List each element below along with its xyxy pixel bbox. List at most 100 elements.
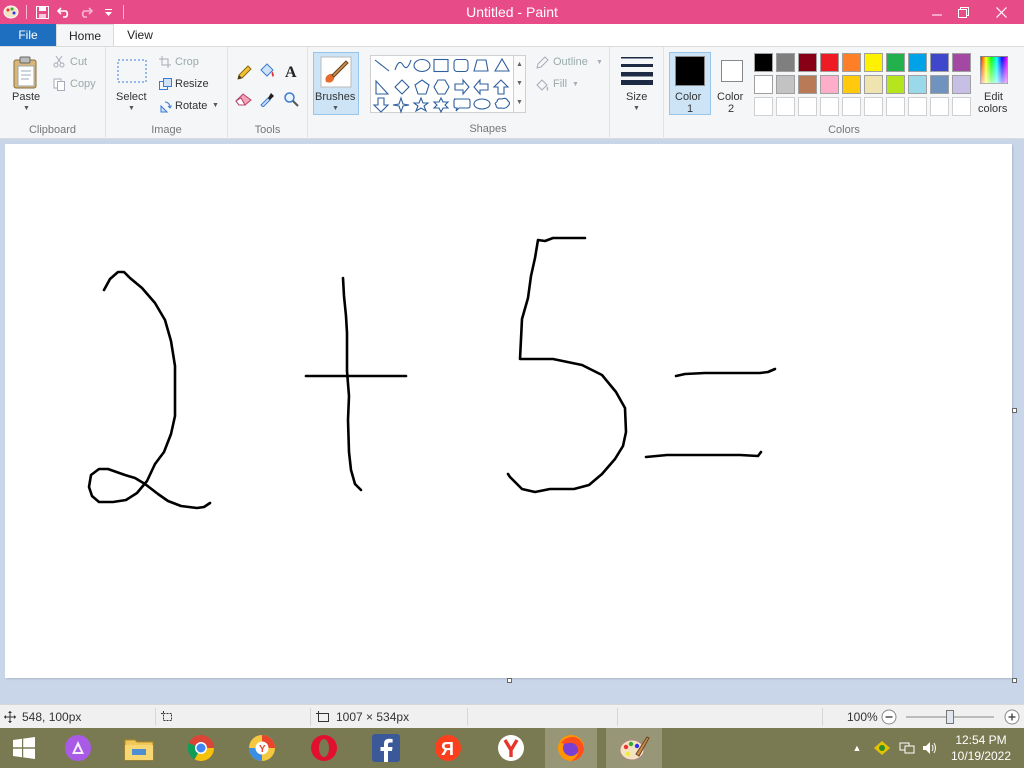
- canvas-workspace[interactable]: [0, 139, 1024, 704]
- paste-button[interactable]: [10, 53, 42, 93]
- shape-triangle-icon[interactable]: [493, 56, 513, 74]
- shape-pentagon-icon[interactable]: [413, 77, 433, 95]
- paint-taskbar-icon[interactable]: [606, 728, 662, 768]
- select-label[interactable]: Select: [116, 91, 147, 103]
- palette-swatch[interactable]: [798, 53, 817, 72]
- canvas-resize-handle-corner[interactable]: [1012, 678, 1017, 683]
- palette-swatch[interactable]: [842, 53, 861, 72]
- show-hidden-icons[interactable]: ▲: [849, 728, 865, 768]
- palette-custom-swatch[interactable]: [798, 97, 817, 116]
- rotate-dropdown-icon[interactable]: ▼: [212, 102, 219, 109]
- palette-custom-swatch[interactable]: [820, 97, 839, 116]
- shape-hexagon-icon[interactable]: [433, 77, 453, 95]
- drawing-canvas[interactable]: [5, 144, 1012, 678]
- palette-custom-swatch[interactable]: [908, 97, 927, 116]
- paste-dropdown-icon[interactable]: ▼: [23, 105, 30, 112]
- rotate-button[interactable]: Rotate: [175, 100, 207, 112]
- shape-rounded-rectangle-icon[interactable]: [453, 56, 473, 74]
- facebook-icon[interactable]: [360, 728, 412, 768]
- palette-custom-swatch[interactable]: [930, 97, 949, 116]
- palette-swatch[interactable]: [776, 75, 795, 94]
- shapes-scroll-up-icon[interactable]: ▲: [514, 56, 525, 74]
- crop-button[interactable]: Crop: [175, 56, 199, 68]
- zoom-in-button[interactable]: [1004, 705, 1020, 729]
- palette-swatch[interactable]: [864, 75, 883, 94]
- system-clock[interactable]: 12:54 PM 10/19/2022: [946, 732, 1016, 764]
- restore-button[interactable]: [946, 0, 980, 24]
- firefox-icon[interactable]: [545, 728, 597, 768]
- brushes-dropdown-icon[interactable]: ▼: [332, 105, 339, 112]
- shape-rounded-callout-icon[interactable]: [453, 96, 473, 114]
- yandex-y-icon[interactable]: [485, 728, 537, 768]
- shape-right-arrow-icon[interactable]: [453, 77, 473, 95]
- color2-swatch[interactable]: [721, 60, 743, 82]
- select-icon[interactable]: [116, 57, 148, 85]
- shape-oval-callout-icon[interactable]: [473, 96, 493, 114]
- shapes-scroll-down-icon[interactable]: ▼: [514, 74, 525, 94]
- tab-view[interactable]: View: [114, 24, 166, 46]
- color-picker-icon[interactable]: [257, 89, 277, 109]
- palette-swatch[interactable]: [952, 75, 971, 94]
- shape-diamond-icon[interactable]: [393, 77, 413, 95]
- zoom-slider-thumb[interactable]: [946, 710, 954, 724]
- cut-button[interactable]: Cut: [70, 56, 87, 68]
- shape-right-triangle-icon[interactable]: [373, 77, 393, 95]
- palette-swatch[interactable]: [798, 75, 817, 94]
- palette-swatch[interactable]: [908, 75, 927, 94]
- palette-swatch[interactable]: [930, 53, 949, 72]
- alice-assistant-icon[interactable]: [52, 728, 104, 768]
- palette-swatch[interactable]: [776, 53, 795, 72]
- network-icon[interactable]: [897, 728, 917, 768]
- yandex-icon[interactable]: Я: [422, 728, 474, 768]
- shapes-expand-icon[interactable]: ▼: [514, 94, 525, 112]
- shape-six-point-star-icon[interactable]: [433, 96, 453, 114]
- shape-curve-icon[interactable]: [393, 56, 413, 74]
- shape-polygon-icon[interactable]: [473, 56, 493, 74]
- chrome-icon[interactable]: [175, 728, 227, 768]
- palette-swatch[interactable]: [754, 75, 773, 94]
- shape-rectangle-icon[interactable]: [433, 56, 453, 74]
- shape-left-arrow-icon[interactable]: [473, 77, 493, 95]
- security-tray-icon[interactable]: [871, 728, 893, 768]
- shape-five-point-star-icon[interactable]: [413, 96, 433, 114]
- zoom-out-button[interactable]: [881, 705, 897, 729]
- yandex-browser-icon[interactable]: Y: [236, 728, 288, 768]
- palette-swatch[interactable]: [886, 75, 905, 94]
- resize-button[interactable]: Resize: [175, 78, 209, 90]
- canvas-resize-handle-bottom[interactable]: [507, 678, 512, 683]
- palette-swatch[interactable]: [930, 75, 949, 94]
- palette-custom-swatch[interactable]: [754, 97, 773, 116]
- outline-dropdown-icon[interactable]: ▼: [596, 59, 603, 66]
- palette-custom-swatch[interactable]: [842, 97, 861, 116]
- palette-swatch[interactable]: [952, 53, 971, 72]
- shape-four-point-star-icon[interactable]: [393, 96, 413, 114]
- pencil-icon[interactable]: [234, 63, 254, 83]
- text-icon[interactable]: A: [281, 61, 301, 81]
- shape-line-icon[interactable]: [373, 56, 393, 74]
- palette-swatch[interactable]: [864, 53, 883, 72]
- palette-swatch[interactable]: [820, 53, 839, 72]
- palette-custom-swatch[interactable]: [952, 97, 971, 116]
- fill-dropdown-icon[interactable]: ▼: [572, 81, 579, 88]
- shape-oval-icon[interactable]: [413, 56, 433, 74]
- size-dropdown-icon[interactable]: ▼: [633, 105, 640, 112]
- zoom-slider[interactable]: [906, 705, 996, 729]
- shape-down-arrow-icon[interactable]: [373, 96, 393, 114]
- fill-button[interactable]: Fill: [553, 78, 567, 90]
- palette-swatch[interactable]: [908, 53, 927, 72]
- fill-bucket-icon[interactable]: [257, 61, 277, 81]
- copy-button[interactable]: Copy: [70, 78, 96, 90]
- shapes-gallery-scroll[interactable]: ▲ ▼ ▼: [514, 55, 526, 113]
- windows-start-icon[interactable]: [0, 728, 48, 768]
- shape-cloud-callout-icon[interactable]: [493, 96, 513, 114]
- size-icon[interactable]: [620, 53, 654, 87]
- shape-up-arrow-icon[interactable]: [493, 77, 513, 95]
- palette-swatch[interactable]: [886, 53, 905, 72]
- volume-icon[interactable]: [920, 728, 940, 768]
- select-dropdown-icon[interactable]: ▼: [128, 105, 135, 112]
- palette-custom-swatch[interactable]: [864, 97, 883, 116]
- tab-file[interactable]: File: [0, 24, 56, 46]
- edit-colors-icon[interactable]: [980, 56, 1008, 84]
- outline-button[interactable]: Outline: [553, 56, 588, 68]
- palette-swatch[interactable]: [754, 53, 773, 72]
